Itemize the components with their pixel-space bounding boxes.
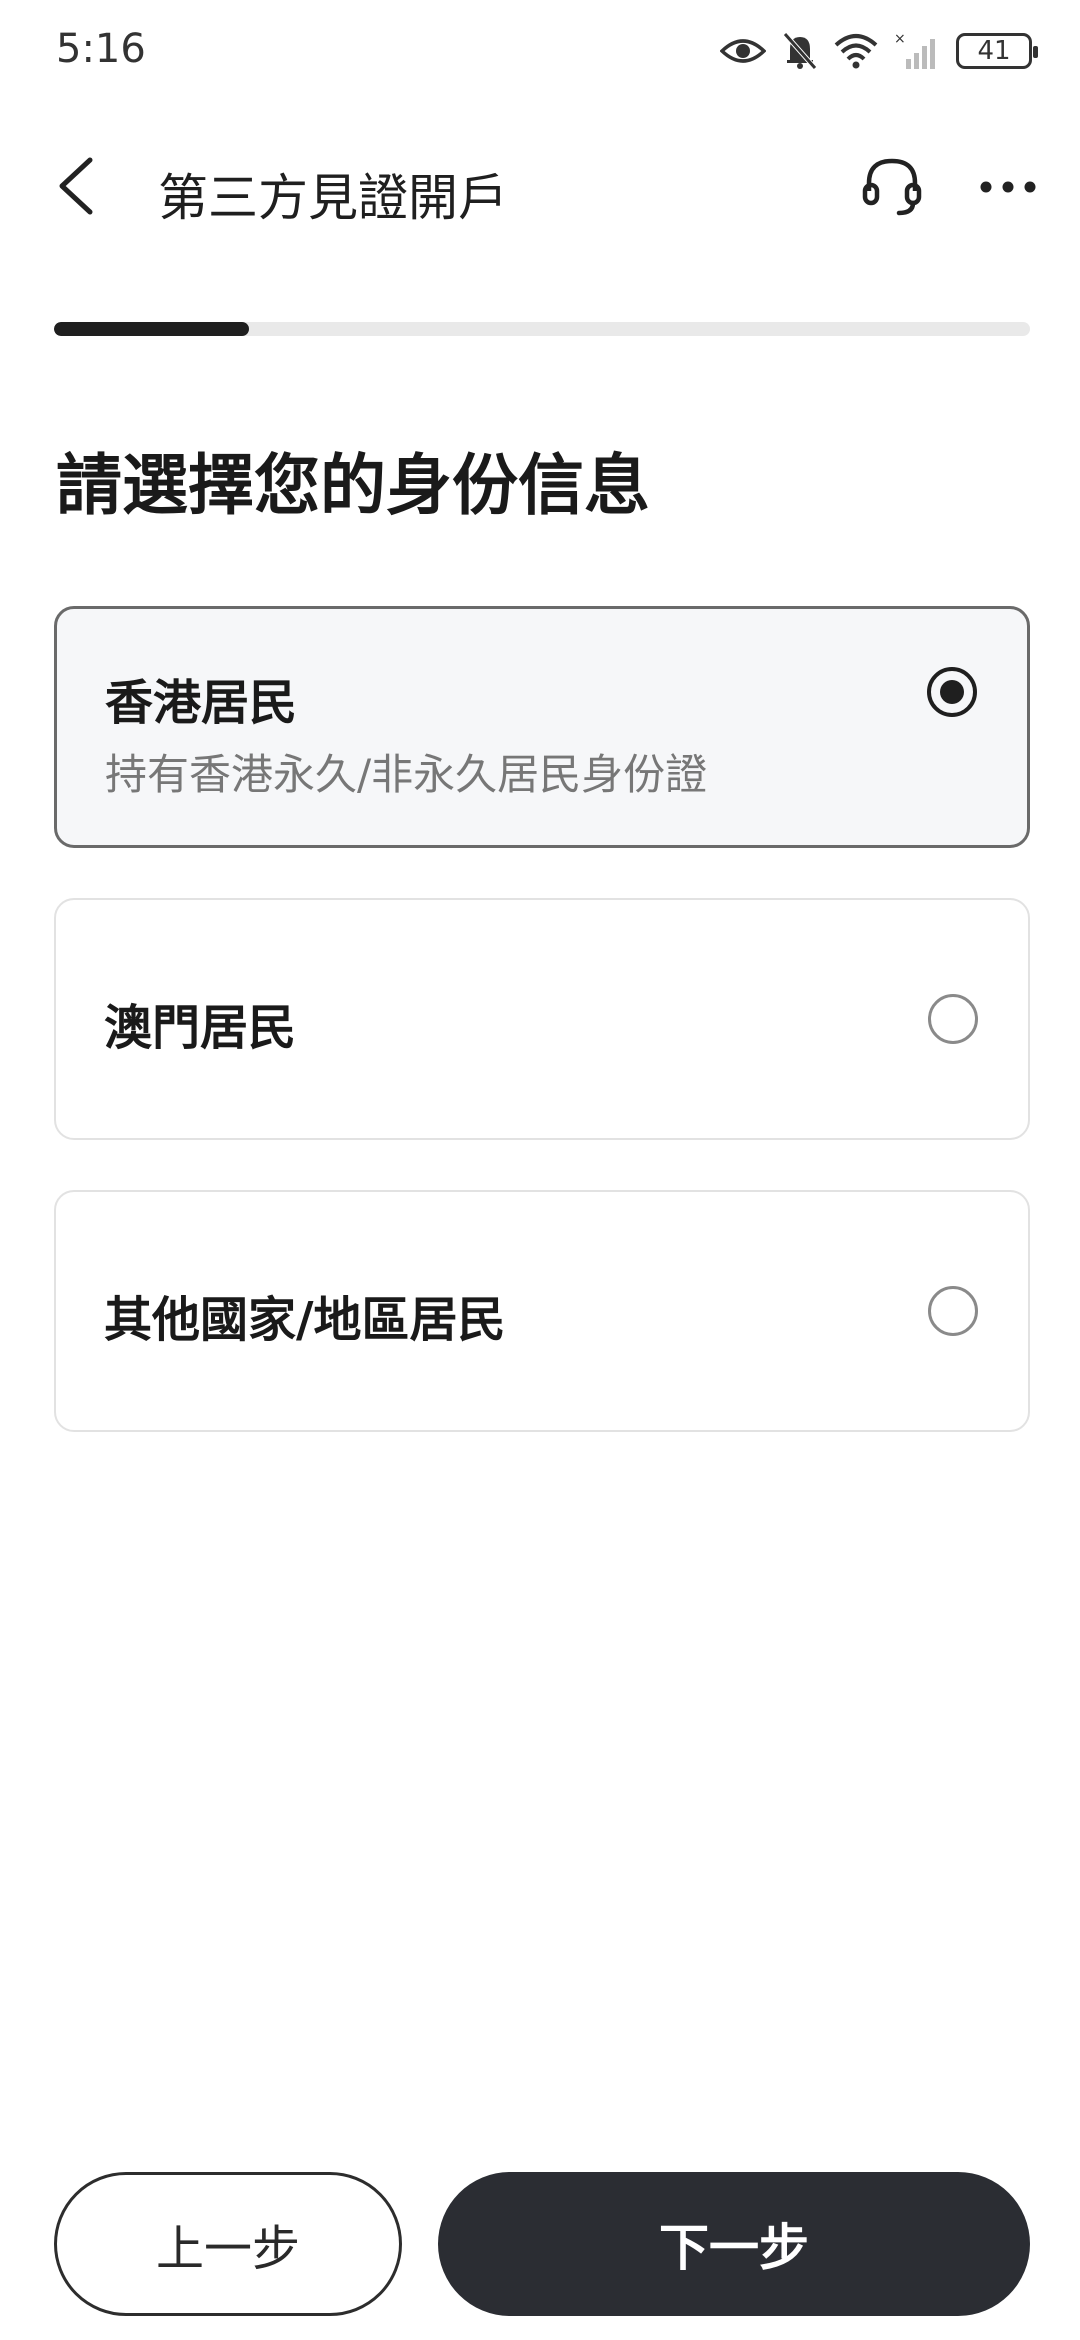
option-macau-resident[interactable]: 澳門居民 [54,898,1030,1140]
eye-icon [720,36,766,66]
option-title: 其他國家/地區居民 [104,1292,506,1348]
more-button[interactable] [968,148,1048,228]
page-title: 第三方見證開戶 [158,169,508,227]
back-button[interactable] [36,148,116,228]
customer-service-button[interactable] [852,148,932,228]
headset-icon [859,153,925,223]
more-icon [978,179,1038,198]
option-hong-kong-resident[interactable]: 香港居民 持有香港永久/非永久居民身份證 [54,606,1030,848]
radio-unselected-icon[interactable] [928,994,978,1044]
signal-icon: × [894,31,940,71]
next-step-button[interactable]: 下一步 [438,2172,1030,2316]
radio-dot [940,680,964,704]
option-title: 香港居民 [105,675,298,731]
status-icons: × 41 [720,26,1038,76]
progress-bar [54,322,1030,336]
top-nav: 第三方見證開戶 [0,130,1080,250]
svg-text:×: × [894,31,906,47]
screen: 5:16 × 41 第三方見證開戶 請選擇您的身份信息 香港居民 持有香港永久/… [0,0,1080,2340]
back-arrow-icon [54,156,98,220]
status-bar: 5:16 × 41 [0,0,1080,100]
wifi-icon [834,33,878,69]
battery-icon: 41 [956,33,1038,69]
option-title: 澳門居民 [104,1000,297,1056]
radio-unselected-icon[interactable] [928,1286,978,1336]
radio-selected-icon[interactable] [927,667,977,717]
previous-step-button[interactable]: 上一步 [54,2172,402,2316]
progress-fill [54,322,250,336]
bell-muted-icon [782,31,818,71]
battery-level: 41 [977,36,1011,66]
option-other-country-resident[interactable]: 其他國家/地區居民 [54,1190,1030,1432]
option-subtitle: 持有香港永久/非永久居民身份證 [105,750,708,799]
status-time: 5:16 [56,26,146,72]
section-heading: 請選擇您的身份信息 [56,447,650,524]
